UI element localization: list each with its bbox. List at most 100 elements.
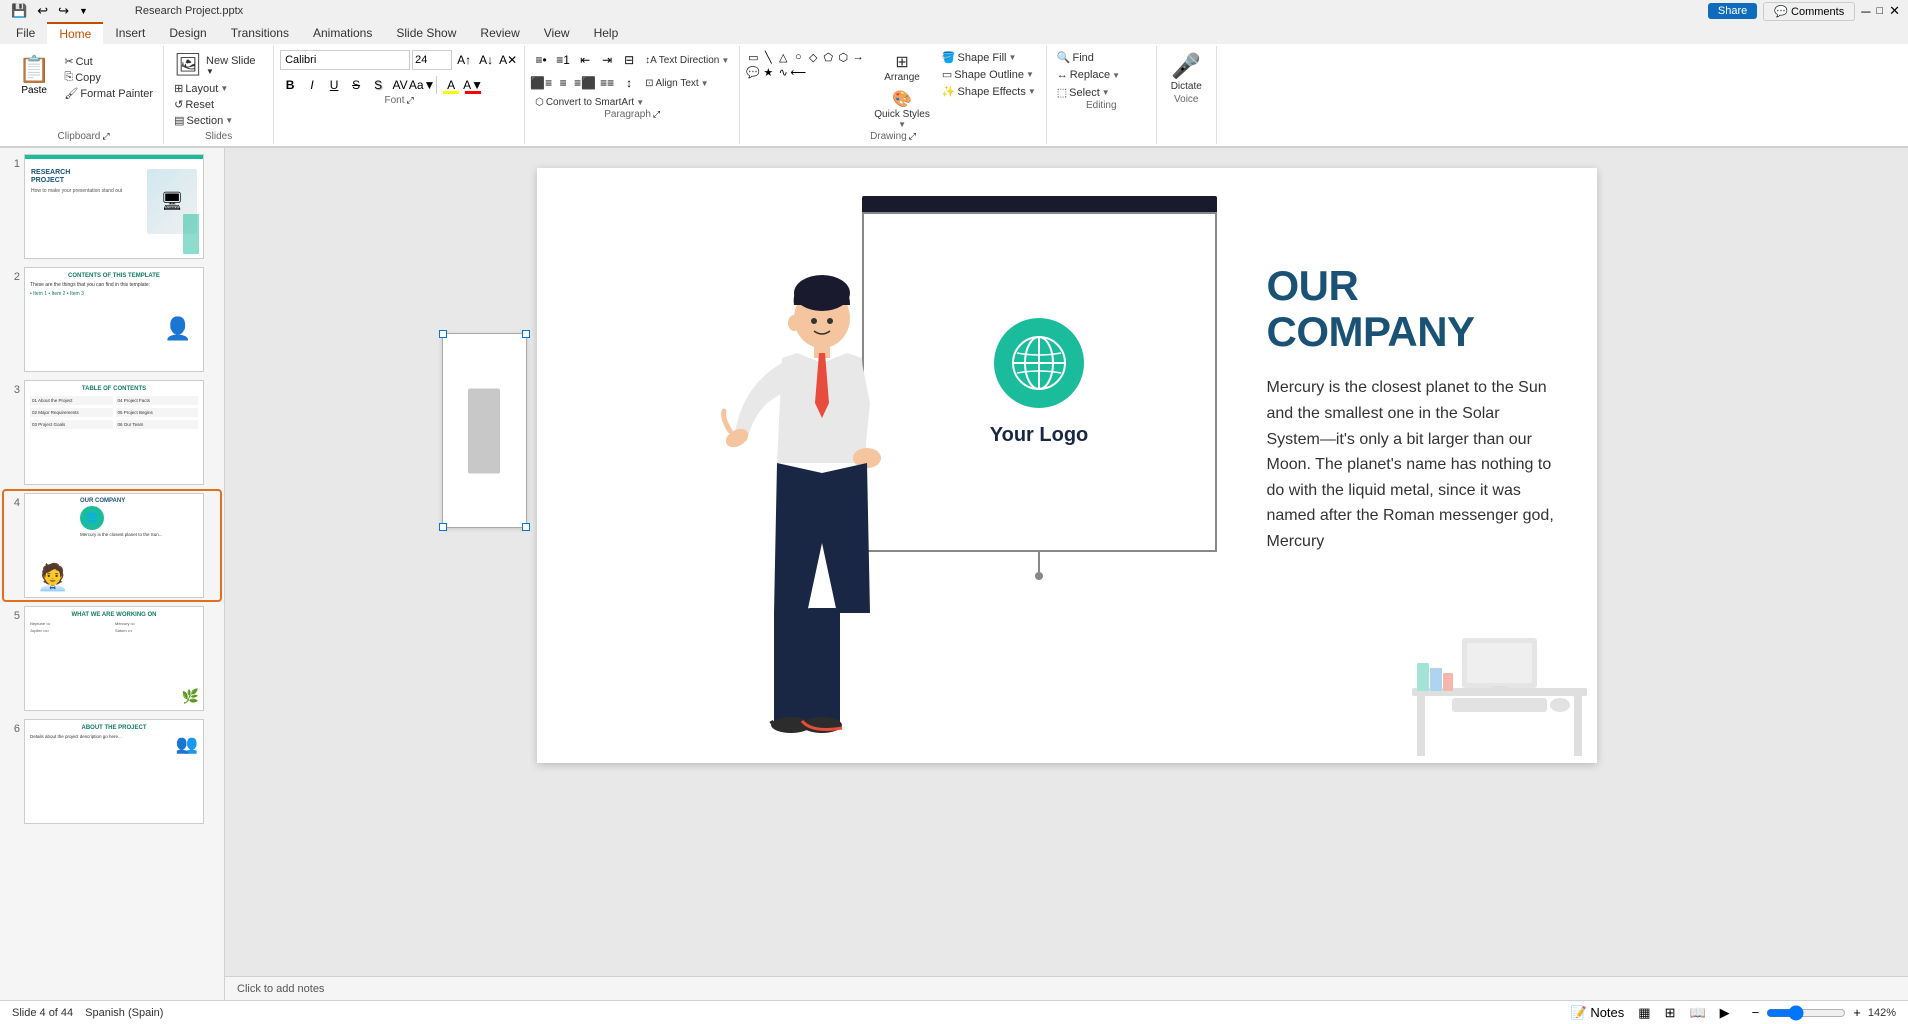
bullet-list-button[interactable]: ≡•: [531, 50, 551, 70]
change-case-button[interactable]: Aa▼: [412, 75, 432, 95]
normal-view-button[interactable]: ▦: [1635, 1004, 1653, 1022]
number-list-button[interactable]: ≡1: [553, 50, 573, 70]
new-slide-dropdown-icon[interactable]: ▼: [206, 67, 214, 76]
strikethrough-button[interactable]: S: [346, 75, 366, 95]
tab-animations[interactable]: Animations: [301, 22, 384, 44]
decrease-font-button[interactable]: A↓: [476, 50, 496, 70]
shape-outline-button[interactable]: ▭ Shape Outline ▼: [938, 67, 1040, 82]
reset-button[interactable]: ↺ Reset: [170, 97, 218, 112]
save-button[interactable]: 💾: [8, 2, 30, 20]
slide-item-4[interactable]: 4 🧑‍💼 OUR COMPANY 🌐 Mercury is the close…: [4, 491, 220, 600]
quick-styles-button[interactable]: 🎨 Quick Styles ▼: [870, 87, 934, 131]
align-center-button[interactable]: ≡: [553, 73, 573, 93]
tab-transitions[interactable]: Transitions: [219, 22, 301, 44]
slide-item-3[interactable]: 3 TABLE OF CONTENTS 01 About the Project…: [4, 378, 220, 487]
shape-curve[interactable]: ∿: [776, 65, 790, 79]
shadow-button[interactable]: S: [368, 75, 388, 95]
align-right-button[interactable]: ≡⬛: [575, 73, 595, 93]
shape-fill-button[interactable]: 🪣 Shape Fill ▼: [938, 50, 1040, 65]
slide-thumb-4[interactable]: 🧑‍💼 OUR COMPANY 🌐 Mercury is the closest…: [24, 493, 204, 598]
notes-view-button[interactable]: 📝 Notes: [1568, 1004, 1628, 1022]
shape-triangle[interactable]: △: [776, 50, 790, 64]
slide-thumb-6[interactable]: ABOUT THE PROJECT Details about the proj…: [24, 719, 204, 824]
maximize-button[interactable]: □: [1876, 5, 1883, 17]
shape-callout[interactable]: 💬: [746, 65, 760, 79]
zoom-slider[interactable]: [1766, 1005, 1846, 1021]
slide-item-2[interactable]: 2 CONTENTS OF THIS TEMPLATE These are th…: [4, 265, 220, 374]
format-painter-button[interactable]: 🖌 Format Painter: [60, 86, 157, 101]
notes-bar[interactable]: Click to add notes: [225, 976, 1908, 1000]
undo-button[interactable]: ↩: [34, 2, 51, 20]
font-color-button[interactable]: A▼: [463, 75, 483, 95]
dictate-button[interactable]: 🎤 Dictate: [1167, 50, 1206, 94]
paste-button[interactable]: 📋 Paste: [10, 50, 58, 100]
slide-thumb-5[interactable]: WHAT WE ARE WORKING ON Neptune ••• Mercu…: [24, 606, 204, 711]
tab-slide show[interactable]: Slide Show: [384, 22, 468, 44]
align-left-button[interactable]: ⬛≡: [531, 73, 551, 93]
tab-view[interactable]: View: [532, 22, 582, 44]
shape-effects-button[interactable]: ✨ Shape Effects ▼: [938, 84, 1040, 99]
replace-button[interactable]: ↔ Replace ▼: [1053, 68, 1150, 82]
font-name-input[interactable]: [280, 50, 410, 70]
text-direction-button[interactable]: ↕A Text Direction ▼: [641, 54, 733, 67]
comments-button[interactable]: 💬 Comments: [1763, 2, 1855, 21]
slide-item-5[interactable]: 5 WHAT WE ARE WORKING ON Neptune ••• Mer…: [4, 604, 220, 713]
tab-file[interactable]: File: [4, 22, 47, 44]
shape-rect[interactable]: ▭: [746, 50, 760, 64]
customize-qat-button[interactable]: ▼: [76, 5, 91, 17]
new-slide-button[interactable]: 🖼 New Slide ▼: [170, 50, 259, 80]
justify-button[interactable]: ≡≡: [597, 73, 617, 93]
column-button[interactable]: ⊟: [619, 50, 639, 70]
shape-arrow[interactable]: →: [851, 50, 865, 64]
italic-button[interactable]: I: [302, 75, 322, 95]
convert-smartart-button[interactable]: ⬡ Convert to SmartArt ▼: [531, 96, 648, 109]
tab-help[interactable]: Help: [582, 22, 631, 44]
paragraph-expand-icon[interactable]: ⤢: [653, 109, 660, 120]
share-button[interactable]: Share: [1708, 3, 1757, 19]
shape-circle[interactable]: ○: [791, 50, 805, 64]
increase-indent-button[interactable]: ⇥: [597, 50, 617, 70]
slide-item-1[interactable]: 1 RESEARCHPROJECT How to make your prese…: [4, 152, 220, 261]
shape-star[interactable]: ★: [761, 65, 775, 79]
layout-button[interactable]: ⊞ Layout ▼: [170, 81, 232, 96]
clipboard-expand-icon[interactable]: ⤢: [102, 131, 109, 142]
section-button[interactable]: ▤ Section ▼: [170, 113, 237, 128]
minimize-button[interactable]: ─: [1861, 4, 1870, 19]
slide-thumb-2[interactable]: CONTENTS OF THIS TEMPLATE These are the …: [24, 267, 204, 372]
shape-connector[interactable]: ⟵: [791, 65, 805, 79]
selected-element-box[interactable]: [442, 333, 527, 528]
shape-pentagon[interactable]: ⬠: [821, 50, 835, 64]
slideshow-button[interactable]: ▶: [1717, 1004, 1733, 1022]
redo-button[interactable]: ↪: [55, 2, 72, 20]
font-spacing-button[interactable]: AV: [390, 75, 410, 95]
close-button[interactable]: ✕: [1889, 3, 1900, 19]
bold-button[interactable]: B: [280, 75, 300, 95]
underline-button[interactable]: U: [324, 75, 344, 95]
copy-button[interactable]: ⎘ Copy: [60, 70, 157, 85]
font-expand-icon[interactable]: ⤢: [407, 95, 414, 106]
align-text-button[interactable]: ⊡ Align Text ▼: [641, 77, 713, 90]
shape-diamond[interactable]: ◇: [806, 50, 820, 64]
slide-sorter-button[interactable]: ⊞: [1662, 1004, 1679, 1022]
cut-button[interactable]: ✂ Cut: [60, 54, 157, 69]
font-size-input[interactable]: [412, 50, 452, 70]
increase-font-button[interactable]: A↑: [454, 50, 474, 70]
find-button[interactable]: 🔍 Find: [1053, 50, 1150, 65]
slide-item-6[interactable]: 6 ABOUT THE PROJECT Details about the pr…: [4, 717, 220, 826]
shape-line[interactable]: ╲: [761, 50, 775, 64]
clear-format-button[interactable]: A✕: [498, 50, 518, 70]
line-spacing-button[interactable]: ↕: [619, 73, 639, 93]
tab-design[interactable]: Design: [157, 22, 218, 44]
zoom-in-button[interactable]: +: [1850, 1004, 1864, 1021]
tab-review[interactable]: Review: [468, 22, 531, 44]
decrease-indent-button[interactable]: ⇤: [575, 50, 595, 70]
slide-thumb-3[interactable]: TABLE OF CONTENTS 01 About the Project 0…: [24, 380, 204, 485]
select-button[interactable]: ⬚ Select ▼: [1053, 85, 1150, 100]
slide-canvas[interactable]: Your Logo OUR COMPANY Mercury is the clo…: [537, 168, 1597, 763]
zoom-out-button[interactable]: −: [1749, 1004, 1763, 1021]
tab-insert[interactable]: Insert: [103, 22, 157, 44]
shape-hexagon[interactable]: ⬡: [836, 50, 850, 64]
reading-view-button[interactable]: 📖: [1686, 1004, 1708, 1022]
slide-thumb-1[interactable]: RESEARCHPROJECT How to make your present…: [24, 154, 204, 259]
tab-home[interactable]: Home: [47, 22, 103, 44]
